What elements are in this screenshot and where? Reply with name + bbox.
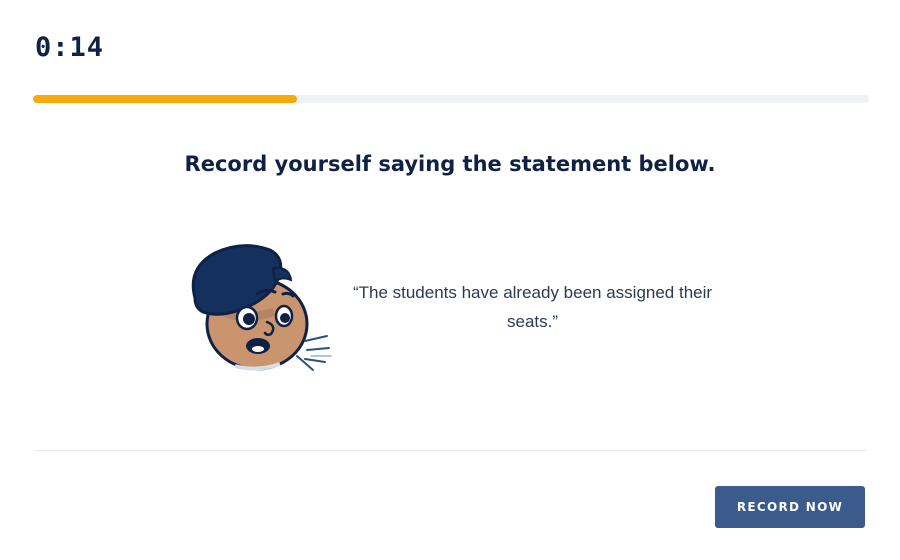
record-now-button[interactable]: RECORD NOW	[715, 486, 865, 528]
timer: 0:14	[35, 32, 105, 63]
progress-bar	[33, 95, 869, 103]
statement-text: “The students have already been assigned…	[352, 283, 713, 331]
divider	[35, 450, 866, 451]
instruction-heading: Record yourself saying the statement bel…	[184, 152, 716, 176]
speaking-person-icon	[185, 238, 335, 376]
progress-bar-fill	[33, 95, 298, 103]
